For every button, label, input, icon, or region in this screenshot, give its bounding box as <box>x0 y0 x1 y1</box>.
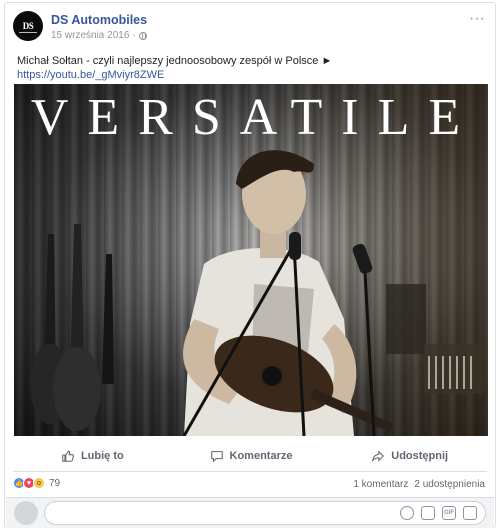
image-title-text: VERSATILE <box>30 89 480 146</box>
post-actions: Lubię to Komentarze Udostępnij <box>13 443 489 469</box>
page-avatar[interactable]: DS <box>13 11 43 41</box>
thumbs-up-icon <box>62 450 74 462</box>
comment-composer[interactable]: GIF <box>44 501 486 525</box>
reactions-summary[interactable]: 👍 ♥ o 79 <box>13 477 60 489</box>
camera-icon[interactable] <box>421 506 435 520</box>
comment-input[interactable] <box>53 506 353 522</box>
wow-reaction-icon: o <box>33 477 45 489</box>
composer-icons: GIF <box>400 506 477 520</box>
facebook-post-card: DS DS Automobiles 15 września 2016 · ···… <box>4 2 496 528</box>
post-text: Michał Sołtan - czyli najlepszy jednooso… <box>17 54 483 82</box>
share-count[interactable]: 2 udostępnienia <box>414 479 485 490</box>
comment-bubble-icon <box>210 451 223 463</box>
page-name-link[interactable]: DS Automobiles <box>51 13 147 27</box>
emoji-icon[interactable] <box>400 506 414 520</box>
reaction-count: 79 <box>49 477 61 489</box>
share-arrow-icon <box>372 450 385 462</box>
globe-icon[interactable] <box>138 31 147 40</box>
avatar-logo-line <box>19 32 37 33</box>
user-avatar <box>14 501 38 525</box>
like-button-label: Lubię to <box>80 450 124 462</box>
post-image[interactable]: VERSATILE <box>14 84 488 436</box>
actions-divider <box>13 471 487 472</box>
post-meta: 15 września 2016 · <box>51 30 147 41</box>
post-date[interactable]: 15 września 2016 <box>51 30 129 41</box>
share-button-label: Udostępnij <box>391 450 449 462</box>
avatar-logo-text: DS <box>22 21 34 31</box>
comment-count[interactable]: 1 komentarz <box>353 479 408 490</box>
engagement-counts: 1 komentarz 2 udostępnienia <box>353 479 485 490</box>
post-stats: 👍 ♥ o 79 1 komentarz 2 udostępnienia <box>13 475 487 493</box>
comment-button-label: Komentarze <box>229 450 293 462</box>
share-button[interactable]: Udostępnij <box>330 443 489 469</box>
comment-composer-area: GIF <box>6 497 494 528</box>
like-button[interactable]: Lubię to <box>13 443 172 469</box>
comment-button[interactable]: Komentarze <box>172 443 331 469</box>
post-link[interactable]: https://youtu.be/_gMviyr8ZWE <box>17 68 483 82</box>
gif-icon[interactable]: GIF <box>442 506 456 520</box>
post-header: DS DS Automobiles 15 września 2016 · ··· <box>13 11 487 43</box>
meta-separator: · <box>132 30 136 41</box>
more-options-icon[interactable]: ··· <box>469 11 485 27</box>
sticker-icon[interactable] <box>463 506 477 520</box>
post-message: Michał Sołtan - czyli najlepszy jednooso… <box>17 55 333 67</box>
